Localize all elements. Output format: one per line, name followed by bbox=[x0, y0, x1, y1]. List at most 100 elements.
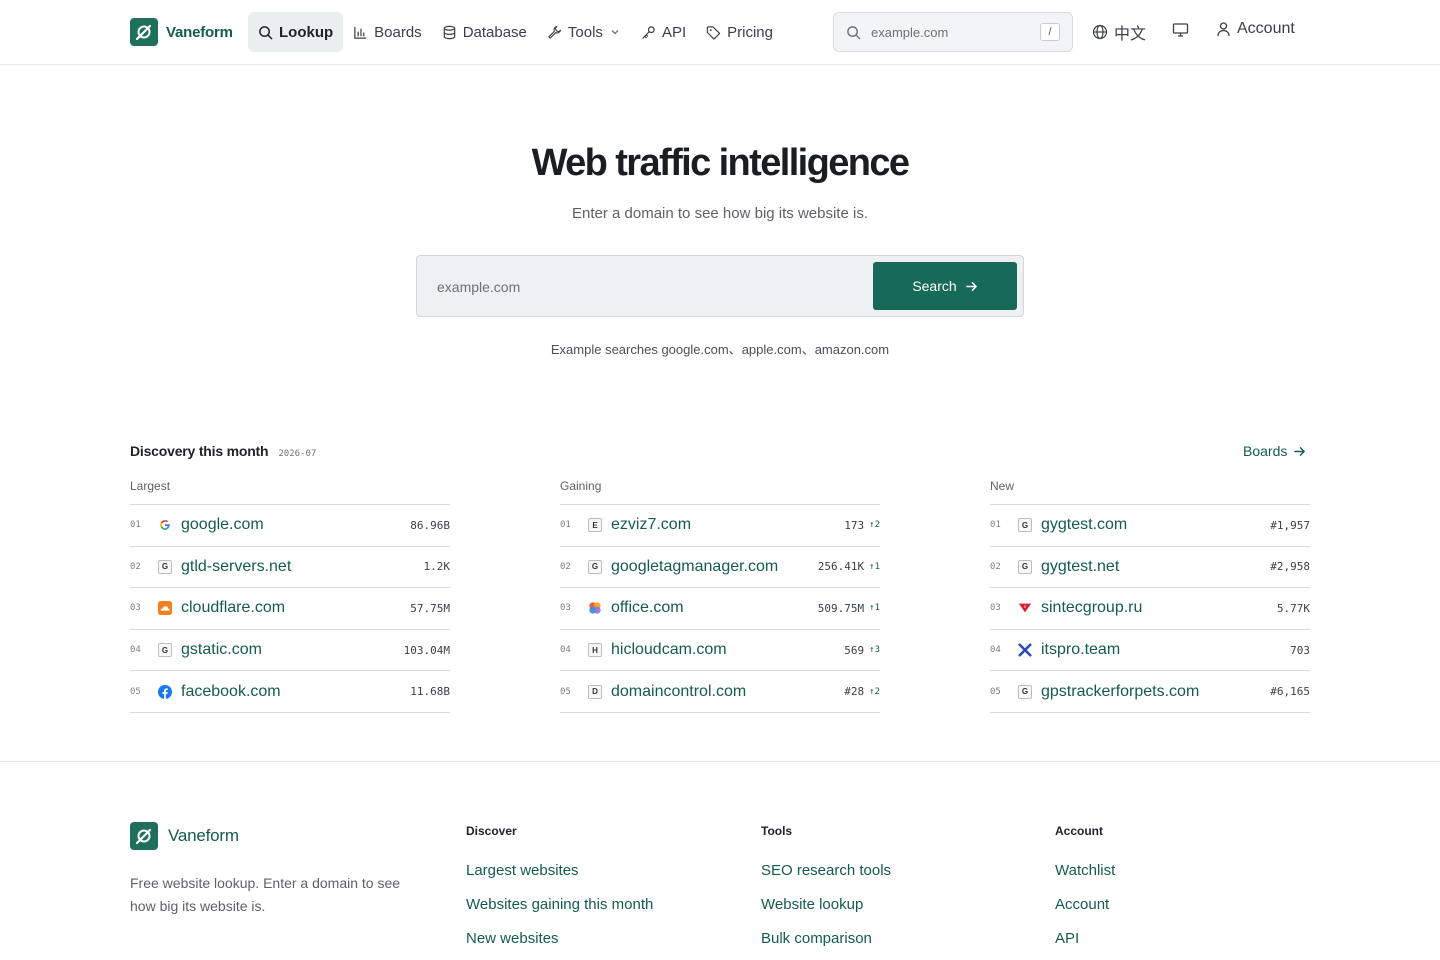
list-item[interactable]: 05 facebook.com 11.68B bbox=[130, 671, 450, 713]
list-item[interactable]: 02 Ggoogletagmanager.com 256.41K ↑1 bbox=[560, 547, 880, 589]
traffic-metric: 173 bbox=[844, 518, 865, 532]
list-item[interactable]: 05 Ggpstrackerforpets.com #6,165 bbox=[990, 671, 1310, 713]
favicon-icon bbox=[158, 684, 172, 699]
account-link[interactable]: Account bbox=[1216, 20, 1295, 38]
list-item[interactable]: 04 Hhicloudcam.com 569 ↑3 bbox=[560, 630, 880, 672]
list-item[interactable]: 02 Ggtld-servers.net 1.2K bbox=[130, 547, 450, 589]
nav-api[interactable]: API bbox=[631, 12, 696, 52]
domain-link[interactable]: hicloudcam.com bbox=[611, 641, 844, 659]
domain-link[interactable]: office.com bbox=[611, 599, 818, 617]
domain-link[interactable]: itspro.team bbox=[1041, 641, 1290, 659]
nav-pricing[interactable]: Pricing bbox=[696, 12, 783, 52]
display-mode-button[interactable] bbox=[1172, 22, 1189, 43]
brand-name: Vaneform bbox=[166, 23, 233, 41]
header-search-input[interactable] bbox=[871, 24, 1030, 40]
domain-link[interactable]: gpstrackerforpets.com bbox=[1041, 683, 1270, 701]
footer-description: Free website lookup. Enter a domain to s… bbox=[130, 875, 401, 914]
footer-link-gaining-websites[interactable]: Websites gaining this month bbox=[466, 895, 653, 929]
user-icon bbox=[1217, 22, 1230, 37]
brand-logo-link[interactable]: Vaneform bbox=[130, 18, 233, 46]
domain-link[interactable]: domaincontrol.com bbox=[611, 683, 844, 701]
footer-link-bulk-comparison[interactable]: Bulk comparison bbox=[761, 929, 891, 960]
footer-link-website-lookup[interactable]: Website lookup bbox=[761, 895, 891, 929]
rank-number: 03 bbox=[560, 603, 571, 614]
footer-brand-link[interactable]: Vaneform bbox=[130, 822, 239, 850]
rank-number: 04 bbox=[990, 645, 1001, 656]
footer-col-tools: Tools SEO research tools Website lookup … bbox=[761, 824, 891, 960]
list-item[interactable]: 03 Ssintecgroup.ru 5.77K bbox=[990, 588, 1310, 630]
rank-number: 02 bbox=[130, 561, 141, 572]
footer-col-title: Account bbox=[1055, 824, 1103, 838]
domain-link[interactable]: gygtest.com bbox=[1041, 516, 1270, 534]
list-item[interactable]: 02 Ggygtest.net #2,958 bbox=[990, 547, 1310, 589]
nav-database[interactable]: Database bbox=[432, 12, 537, 52]
rank-number: 01 bbox=[130, 520, 141, 531]
nav-api-label: API bbox=[661, 23, 687, 41]
nav-database-label: Database bbox=[462, 23, 527, 41]
domain-link[interactable]: cloudflare.com bbox=[181, 599, 410, 617]
example-link-apple[interactable]: apple.com bbox=[742, 342, 802, 357]
hero-title: Web traffic intelligence bbox=[531, 142, 910, 184]
traffic-metric: 256.41K bbox=[817, 560, 865, 574]
example-link-google[interactable]: google.com bbox=[661, 342, 728, 357]
nav-lookup[interactable]: Lookup bbox=[248, 12, 344, 52]
favicon-icon: G bbox=[588, 559, 602, 574]
nav-tools-label: Tools bbox=[567, 23, 603, 41]
list-item[interactable]: 03 office.com 509.75M ↑1 bbox=[560, 588, 880, 630]
nav-tools-dropdown[interactable]: Tools bbox=[537, 12, 631, 52]
footer-link-new-websites[interactable]: New websites bbox=[466, 929, 653, 960]
footer-col-title: Discover bbox=[466, 824, 517, 838]
favicon-icon: E bbox=[588, 518, 602, 533]
footer-link-largest-websites[interactable]: Largest websites bbox=[466, 861, 653, 895]
domain-link[interactable]: gygtest.net bbox=[1041, 558, 1270, 576]
header-search-box[interactable]: / bbox=[833, 12, 1073, 52]
domain-link[interactable]: googletagmanager.com bbox=[611, 558, 818, 576]
bar-chart-icon bbox=[354, 26, 367, 39]
list-item[interactable]: 01 Ggygtest.com #1,957 bbox=[990, 505, 1310, 547]
traffic-metric: 569 bbox=[844, 643, 865, 657]
boards-link[interactable]: Boards bbox=[1243, 443, 1306, 459]
traffic-metric: #1,957 bbox=[1270, 518, 1310, 532]
language-switcher[interactable]: 中文 bbox=[1092, 20, 1146, 44]
vaneform-logo-icon bbox=[130, 18, 158, 46]
search-button[interactable]: Search bbox=[873, 262, 1017, 310]
list-item[interactable]: 04 Ggstatic.com 103.04M bbox=[130, 630, 450, 672]
account-label: Account bbox=[1237, 20, 1295, 37]
wrench-icon bbox=[548, 25, 562, 39]
column-title: New bbox=[990, 478, 1310, 505]
boards-link-label: Boards bbox=[1243, 443, 1288, 459]
list-item[interactable]: 05 Ddomaincontrol.com #28 ↑2 bbox=[560, 671, 880, 713]
traffic-metric: 5.77K bbox=[1276, 601, 1310, 615]
footer-link-account[interactable]: Account bbox=[1055, 895, 1115, 929]
domain-link[interactable]: gstatic.com bbox=[181, 641, 404, 659]
list-item[interactable]: 04 itspro.team 703 bbox=[990, 630, 1310, 672]
domain-link[interactable]: sintecgroup.ru bbox=[1041, 599, 1277, 617]
footer-link-api[interactable]: API bbox=[1055, 929, 1115, 960]
column-title: Largest bbox=[130, 478, 450, 505]
example-link-amazon[interactable]: amazon.com bbox=[815, 342, 889, 357]
traffic-metric: 86.96B bbox=[410, 518, 450, 532]
domain-link[interactable]: ezviz7.com bbox=[611, 516, 844, 534]
domain-link[interactable]: gtld-servers.net bbox=[181, 558, 424, 576]
search-icon bbox=[847, 25, 861, 39]
traffic-metric: 703 bbox=[1290, 643, 1310, 657]
rank-number: 03 bbox=[990, 603, 1001, 614]
domain-link[interactable]: facebook.com bbox=[181, 683, 410, 701]
footer-link-seo-tools[interactable]: SEO research tools bbox=[761, 861, 891, 895]
nav-boards[interactable]: Boards bbox=[343, 12, 432, 52]
traffic-metric: 11.68B bbox=[410, 685, 450, 699]
rank-number: 01 bbox=[560, 520, 571, 531]
list-item[interactable]: 03 cloudflare.com 57.75M bbox=[130, 588, 450, 630]
rank-number: 05 bbox=[560, 686, 571, 697]
domain-search-input[interactable] bbox=[437, 276, 857, 298]
gaining-column: Gaining 01 Eezviz7.com 173 ↑2 02 Ggoogletagman… bbox=[560, 478, 880, 713]
traffic-metric: 509.75M bbox=[817, 601, 865, 615]
list-item[interactable]: 01 google.com 86.96B bbox=[130, 505, 450, 547]
monitor-icon bbox=[1172, 23, 1189, 37]
traffic-metric: 1.2K bbox=[423, 560, 451, 574]
examples-prefix: Example searches bbox=[550, 342, 658, 357]
list-item[interactable]: 01 Eezviz7.com 173 ↑2 bbox=[560, 505, 880, 547]
domain-link[interactable]: google.com bbox=[181, 516, 410, 534]
footer-link-watchlist[interactable]: Watchlist bbox=[1055, 861, 1115, 895]
search-icon bbox=[259, 25, 273, 39]
